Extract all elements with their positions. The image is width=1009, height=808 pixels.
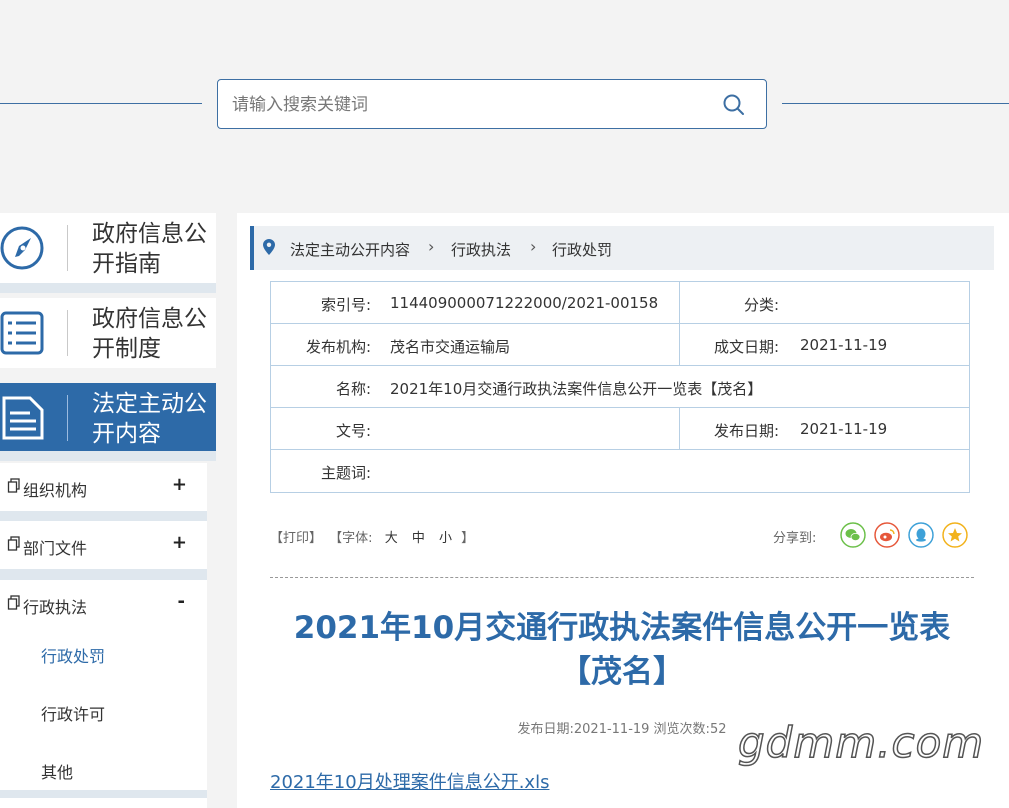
chevron-right-icon: › xyxy=(428,237,435,256)
info-value: 114409000071222000/2021-00158 xyxy=(390,294,659,312)
sidebar-subitem-penalty[interactable]: 行政处罚 xyxy=(41,643,105,667)
info-label: 名称: xyxy=(335,380,371,398)
breadcrumb-item[interactable]: 行政处罚 xyxy=(552,239,612,260)
sidebar-item-organization[interactable]: 组织机构 + xyxy=(0,463,207,511)
sidebar-item-label: 行政执法 xyxy=(23,598,88,617)
search-input[interactable] xyxy=(232,92,702,118)
info-value: 茂名市交通运输局 xyxy=(390,338,511,356)
breadcrumb-item[interactable]: 法定主动公开内容 xyxy=(290,239,410,260)
font-size-label-end: 】 xyxy=(461,531,475,546)
sidebar-item-department-docs[interactable]: 部门文件 + xyxy=(0,521,207,569)
info-divider xyxy=(679,324,680,365)
print-button[interactable]: 【打印】 xyxy=(270,531,322,546)
sidebar-gap xyxy=(0,569,207,580)
sidebar-card-guide[interactable]: 政府信息公开指南 xyxy=(0,213,216,283)
copy-icon xyxy=(7,478,20,493)
sidebar-card-label: 政府信息公开指南 xyxy=(92,221,207,277)
info-row: 发布机构: 茂名市交通运输局 成文日期: 2021-11-19 xyxy=(271,324,969,366)
info-label: 文号: xyxy=(335,422,371,440)
info-value: 2021-11-19 xyxy=(800,420,888,438)
info-label: 主题词: xyxy=(320,464,371,482)
article-tools: 【打印】 【字体: 大 中 小 】 xyxy=(270,527,477,546)
info-row: 文号: 发布日期: 2021-11-19 xyxy=(271,408,969,450)
document-info-table: 索引号: 114409000071222000/2021-00158 分类: 发… xyxy=(270,281,970,493)
sidebar-gap xyxy=(0,283,216,293)
qq-icon[interactable] xyxy=(908,522,934,548)
info-label: 索引号: xyxy=(320,296,371,314)
collapse-icon[interactable]: - xyxy=(178,591,185,612)
expand-icon[interactable]: + xyxy=(172,474,187,495)
copy-icon xyxy=(7,536,20,551)
sidebar-card-separator xyxy=(67,225,68,271)
content-divider xyxy=(270,577,974,578)
search-divider-right xyxy=(782,103,1009,104)
sidebar-card-system[interactable]: 政府信息公开制度 xyxy=(0,298,216,368)
sidebar-item-label: 组织机构 xyxy=(23,481,88,500)
sidebar-card-label: 法定主动公开内容 xyxy=(92,391,207,447)
location-pin-icon xyxy=(263,239,275,255)
sidebar-subitem-license[interactable]: 行政许可 xyxy=(41,701,105,725)
watermark-logo: gdmm.com xyxy=(737,717,985,768)
chevron-right-icon: › xyxy=(530,237,537,256)
article-title: 2021年10月交通行政执法案件信息公开一览表【茂名】 xyxy=(293,610,951,690)
info-row: 索引号: 114409000071222000/2021-00158 分类: xyxy=(271,282,969,324)
sidebar-card-separator xyxy=(67,395,68,441)
sidebar-gap xyxy=(0,451,216,461)
attachment-link[interactable]: 2021年10月处理案件信息公开.xls xyxy=(270,768,549,794)
sidebar-item-label: 部门文件 xyxy=(23,539,88,558)
document-list-icon xyxy=(0,311,44,355)
search-box xyxy=(217,79,767,129)
sidebar-gap xyxy=(0,511,207,521)
info-row: 主题词: xyxy=(271,450,969,492)
weibo-icon[interactable] xyxy=(874,522,900,548)
sidebar-card-content[interactable]: 法定主动公开内容 xyxy=(0,383,216,451)
copy-icon xyxy=(7,595,20,610)
info-divider xyxy=(679,408,680,449)
favorite-star-icon[interactable] xyxy=(942,522,968,548)
expand-icon[interactable]: + xyxy=(172,532,187,553)
wechat-icon[interactable] xyxy=(840,522,866,548)
breadcrumb-item[interactable]: 行政执法 xyxy=(451,239,511,260)
search-divider-left xyxy=(0,103,202,104)
document-icon xyxy=(2,396,44,440)
info-row: 名称: 2021年10月交通行政执法案件信息公开一览表【茂名】 xyxy=(271,366,969,408)
search-icon[interactable] xyxy=(722,93,746,117)
sidebar-subitem-other[interactable]: 其他 xyxy=(41,759,73,783)
info-divider xyxy=(679,282,680,323)
sidebar-item-law-enforcement[interactable]: 行政执法 - xyxy=(0,580,207,628)
info-label: 发布日期: xyxy=(713,422,779,440)
info-label: 成文日期: xyxy=(713,338,779,356)
font-medium-button[interactable]: 中 xyxy=(412,531,425,546)
font-large-button[interactable]: 大 xyxy=(385,531,398,546)
share-label: 分享到: xyxy=(773,531,817,546)
info-value: 2021年10月交通行政执法案件信息公开一览表【茂名】 xyxy=(390,380,763,398)
breadcrumb: 法定主动公开内容 › 行政执法 › 行政处罚 xyxy=(250,226,994,270)
sidebar-card-separator xyxy=(67,310,68,356)
compass-icon xyxy=(0,226,44,270)
font-small-button[interactable]: 小 xyxy=(439,531,452,546)
info-label: 发布机构: xyxy=(305,338,371,356)
sidebar-gap xyxy=(0,790,207,798)
font-size-label: 【字体: xyxy=(329,531,373,546)
sidebar-next-item xyxy=(0,798,207,808)
info-value: 2021-11-19 xyxy=(800,336,888,354)
info-label: 分类: xyxy=(743,296,779,314)
sidebar-card-label: 政府信息公开制度 xyxy=(92,306,207,362)
